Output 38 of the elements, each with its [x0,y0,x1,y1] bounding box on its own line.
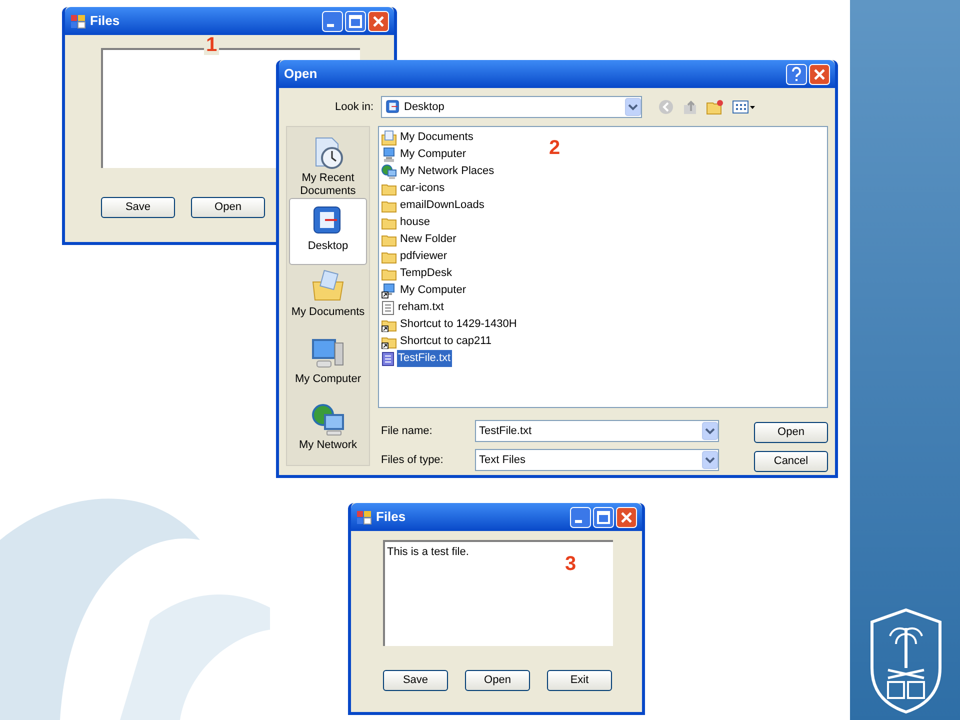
file-item[interactable]: car-icons [399,180,446,197]
file-item[interactable]: My Documents [399,129,474,146]
window-title: Files [90,12,121,30]
places-item[interactable]: Desktop [289,198,367,265]
form-button[interactable]: Save [383,670,448,691]
look-in-dropdown[interactable]: Desktop [381,96,642,118]
form-button[interactable]: Open [191,197,265,218]
look-in-label: Look in: [335,100,375,115]
file-name-field[interactable]: TestFile.txt [475,420,719,442]
file-item[interactable]: Shortcut to 1429-1430H [399,316,518,333]
file-item[interactable]: New Folder [399,231,458,248]
callout-number: 1 [204,35,220,55]
file-item[interactable]: My Network Places [399,163,496,180]
file-item[interactable]: My Computer [399,146,468,163]
file-name-label: File name: [380,424,434,439]
places-item[interactable]: My Recent Documents [289,131,367,198]
open-button[interactable]: Open [754,422,828,443]
file-item[interactable]: house [399,214,431,231]
callout-number: 3 [565,552,576,577]
file-item[interactable]: reham.txt [397,299,445,316]
places-item[interactable]: My Computer [289,332,367,398]
file-item[interactable]: TestFile.txt [397,350,452,367]
places-item[interactable]: My Network [289,398,367,465]
form-button[interactable]: Open [465,670,530,691]
cancel-button[interactable]: Cancel [754,450,828,472]
form-button[interactable]: Exit [547,670,612,691]
file-type-label: Files of type: [380,452,444,468]
file-item[interactable]: Shortcut to cap211 [399,333,493,350]
places-item[interactable]: My Documents [289,264,367,332]
window-title: Open [284,65,318,84]
file-item[interactable]: My Computer [399,282,468,299]
window-title: Files [376,508,407,526]
file-item[interactable]: TempDesk [399,265,453,282]
callout-number: 2 [549,136,560,161]
file-item[interactable]: emailDownLoads [399,197,486,214]
file-item[interactable]: pdfviewer [399,248,448,265]
form-button[interactable]: Save [101,197,175,218]
file-type-dropdown[interactable]: Text Files [475,449,719,471]
